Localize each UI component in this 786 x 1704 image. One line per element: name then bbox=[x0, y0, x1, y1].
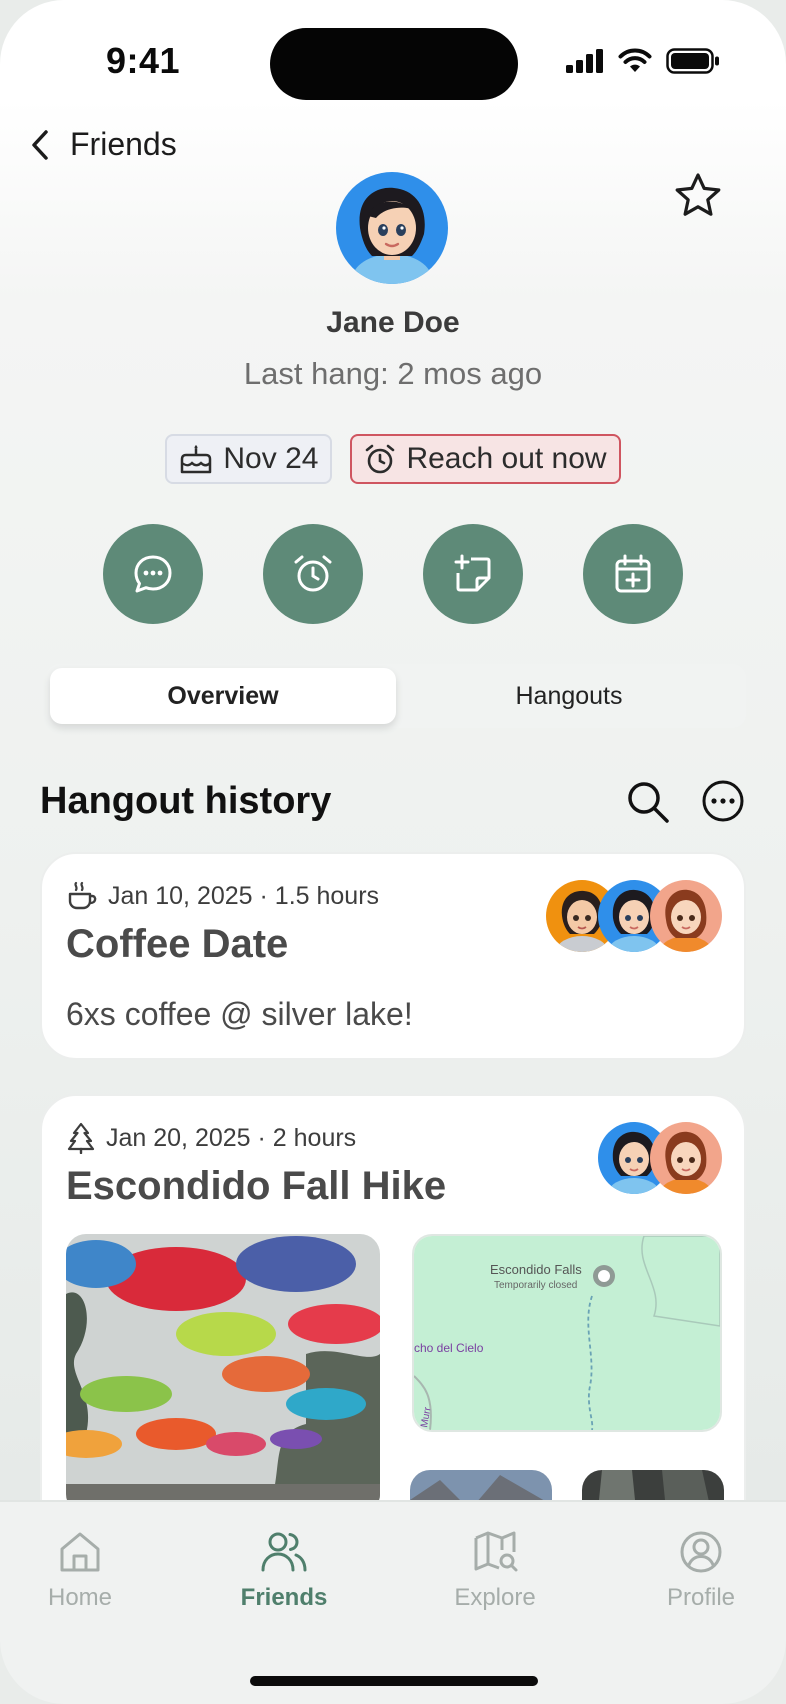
bottom-tab-bar: Home Friends Explore Profile bbox=[0, 1500, 786, 1704]
message-icon bbox=[134, 555, 172, 593]
phone-screen: 9:41 Friends Jane Doe Last hang: 2 mos a… bbox=[0, 0, 786, 1704]
wifi-icon bbox=[618, 48, 652, 72]
dynamic-island bbox=[270, 28, 518, 100]
more-horizontal-icon bbox=[702, 780, 744, 822]
tab-friends-label: Friends bbox=[240, 1584, 328, 1611]
favorite-button[interactable] bbox=[672, 170, 724, 222]
back-button[interactable]: Friends bbox=[28, 126, 177, 163]
participant-avatar bbox=[650, 1122, 722, 1194]
status-bar: 9:41 bbox=[0, 0, 786, 100]
hangout-title: Escondido Fall Hike bbox=[66, 1164, 447, 1208]
hangout-meta: Jan 20, 2025 · 2 hours bbox=[66, 1122, 356, 1154]
section-title: Hangout history bbox=[40, 780, 332, 822]
hangout-note: 6xs coffee @ silver lake! bbox=[66, 996, 413, 1032]
birthday-chip[interactable]: Nov 24 bbox=[165, 434, 333, 484]
last-hang-text: Last hang: 2 mos ago bbox=[243, 356, 543, 391]
status-time: 9:41 bbox=[106, 40, 181, 81]
tree-icon bbox=[67, 1122, 95, 1154]
hangout-meta: Jan 10, 2025 · 1.5 hours bbox=[66, 880, 379, 912]
hangout-date: Jan 10, 2025 · 1.5 hours bbox=[108, 881, 380, 910]
participant-avatar bbox=[650, 880, 722, 952]
home-indicator bbox=[250, 1676, 538, 1686]
search-icon bbox=[628, 782, 669, 823]
tab-profile-label: Profile bbox=[666, 1584, 736, 1611]
back-label: Friends bbox=[70, 126, 177, 162]
hangout-card[interactable]: Jan 10, 2025 · 1.5 hours Coffee Date 6xs… bbox=[40, 852, 746, 1060]
calendar-add-icon bbox=[615, 554, 651, 593]
quick-actions bbox=[0, 524, 786, 624]
more-button[interactable] bbox=[700, 778, 746, 824]
reminder-button[interactable] bbox=[263, 524, 363, 624]
tab-friends[interactable]: Friends bbox=[214, 1528, 354, 1612]
participants bbox=[546, 880, 722, 952]
profile-avatar bbox=[336, 172, 448, 284]
alarm-clock-icon bbox=[366, 444, 395, 474]
birthday-text: Nov 24 bbox=[223, 442, 319, 475]
battery-icon bbox=[666, 48, 719, 74]
tab-explore[interactable]: Explore bbox=[425, 1528, 565, 1612]
map-place-label: Escondido Falls bbox=[490, 1262, 582, 1277]
tab-hangouts[interactable]: Hangouts bbox=[396, 668, 742, 724]
chevron-left-icon bbox=[32, 129, 48, 160]
hangout-date: Jan 20, 2025 · 2 hours bbox=[106, 1123, 357, 1152]
message-button[interactable] bbox=[103, 524, 203, 624]
avatar-illustration bbox=[336, 172, 448, 284]
map-search-icon bbox=[474, 1531, 518, 1572]
friends-icon bbox=[261, 1532, 307, 1572]
hangout-photo[interactable] bbox=[66, 1234, 380, 1514]
status-icons bbox=[566, 48, 720, 74]
reach-out-text: Reach out now bbox=[406, 442, 607, 475]
star-icon bbox=[675, 173, 721, 216]
search-button[interactable] bbox=[624, 778, 672, 826]
map-road-label: cho del Cielo bbox=[414, 1341, 484, 1355]
profile-icon bbox=[680, 1531, 722, 1573]
profile-name: Jane Doe bbox=[326, 306, 460, 339]
tab-explore-label: Explore bbox=[454, 1584, 536, 1611]
info-chips: Nov 24 Reach out now bbox=[0, 434, 786, 484]
cake-icon bbox=[181, 445, 212, 474]
alarm-icon bbox=[294, 555, 332, 592]
reach-out-chip[interactable]: Reach out now bbox=[350, 434, 621, 484]
cellular-signal-icon bbox=[566, 49, 603, 73]
tab-overview[interactable]: Overview bbox=[50, 668, 396, 724]
schedule-button[interactable] bbox=[583, 524, 683, 624]
coffee-icon bbox=[68, 881, 97, 910]
tab-profile[interactable]: Profile bbox=[631, 1528, 771, 1612]
home-icon bbox=[60, 1532, 100, 1572]
tab-home[interactable]: Home bbox=[10, 1528, 150, 1612]
tab-home-label: Home bbox=[47, 1584, 113, 1611]
add-note-button[interactable] bbox=[423, 524, 523, 624]
map-status-label: Temporarily closed bbox=[494, 1280, 577, 1291]
map-preview[interactable]: Escondido Falls Temporarily closed cho d… bbox=[412, 1234, 722, 1432]
note-add-icon bbox=[454, 554, 491, 592]
hangout-title: Coffee Date bbox=[66, 922, 289, 966]
segmented-control: Overview Hangouts bbox=[46, 664, 746, 728]
participants bbox=[598, 1122, 722, 1194]
